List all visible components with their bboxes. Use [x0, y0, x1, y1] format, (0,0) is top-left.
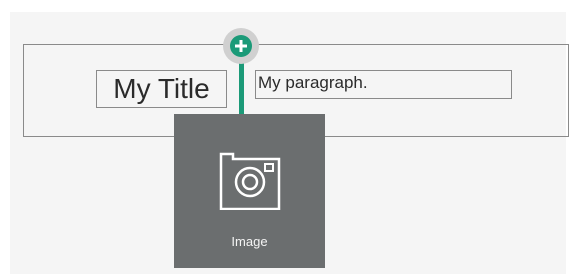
title-block[interactable]: My Title [96, 70, 227, 108]
image-block-option[interactable]: Image [174, 114, 325, 268]
camera-icon [219, 152, 281, 210]
paragraph-block[interactable]: My paragraph. [255, 70, 512, 99]
add-block-button[interactable] [230, 35, 252, 57]
image-option-label: Image [231, 234, 268, 249]
plus-icon [235, 40, 247, 52]
